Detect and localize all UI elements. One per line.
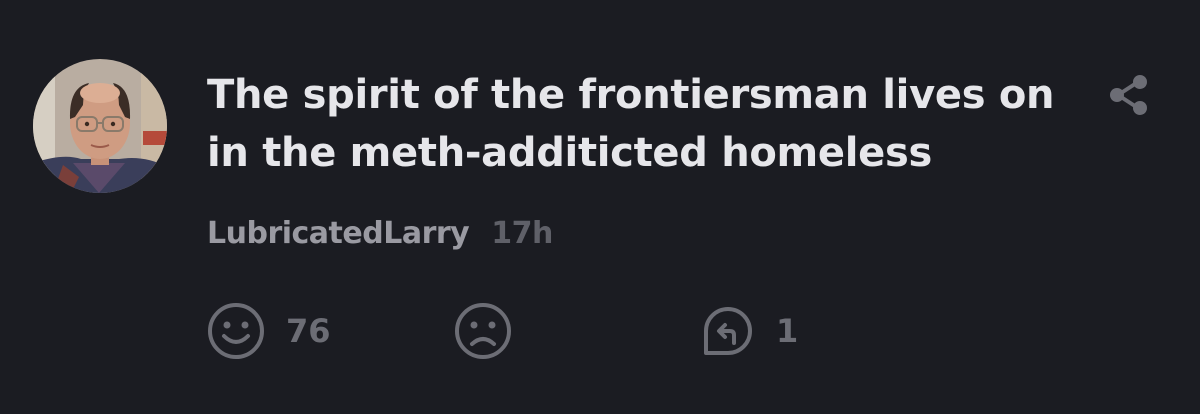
reply-count: 1 [776,312,799,350]
share-button[interactable] [1108,74,1150,116]
comment-meta: LubricatedLarry 17h [207,214,553,254]
avatar-image [33,59,167,193]
smiley-face-icon [208,303,264,359]
comment-text: The spirit of the frontiersman lives on … [207,72,1055,176]
share-icon [1110,75,1147,115]
like-count: 76 [286,312,331,350]
timestamp: 17h [491,216,553,251]
like-button[interactable]: 76 [206,301,331,361]
author-username[interactable]: LubricatedLarry [207,216,470,251]
reply-button[interactable]: 1 [696,301,798,361]
comment-card: The spirit of the frontiersman lives on … [0,0,1200,414]
reply-arrow-icon [704,307,752,355]
avatar[interactable] [33,59,167,193]
sad-face-icon [455,303,511,359]
dislike-button[interactable] [453,301,513,361]
